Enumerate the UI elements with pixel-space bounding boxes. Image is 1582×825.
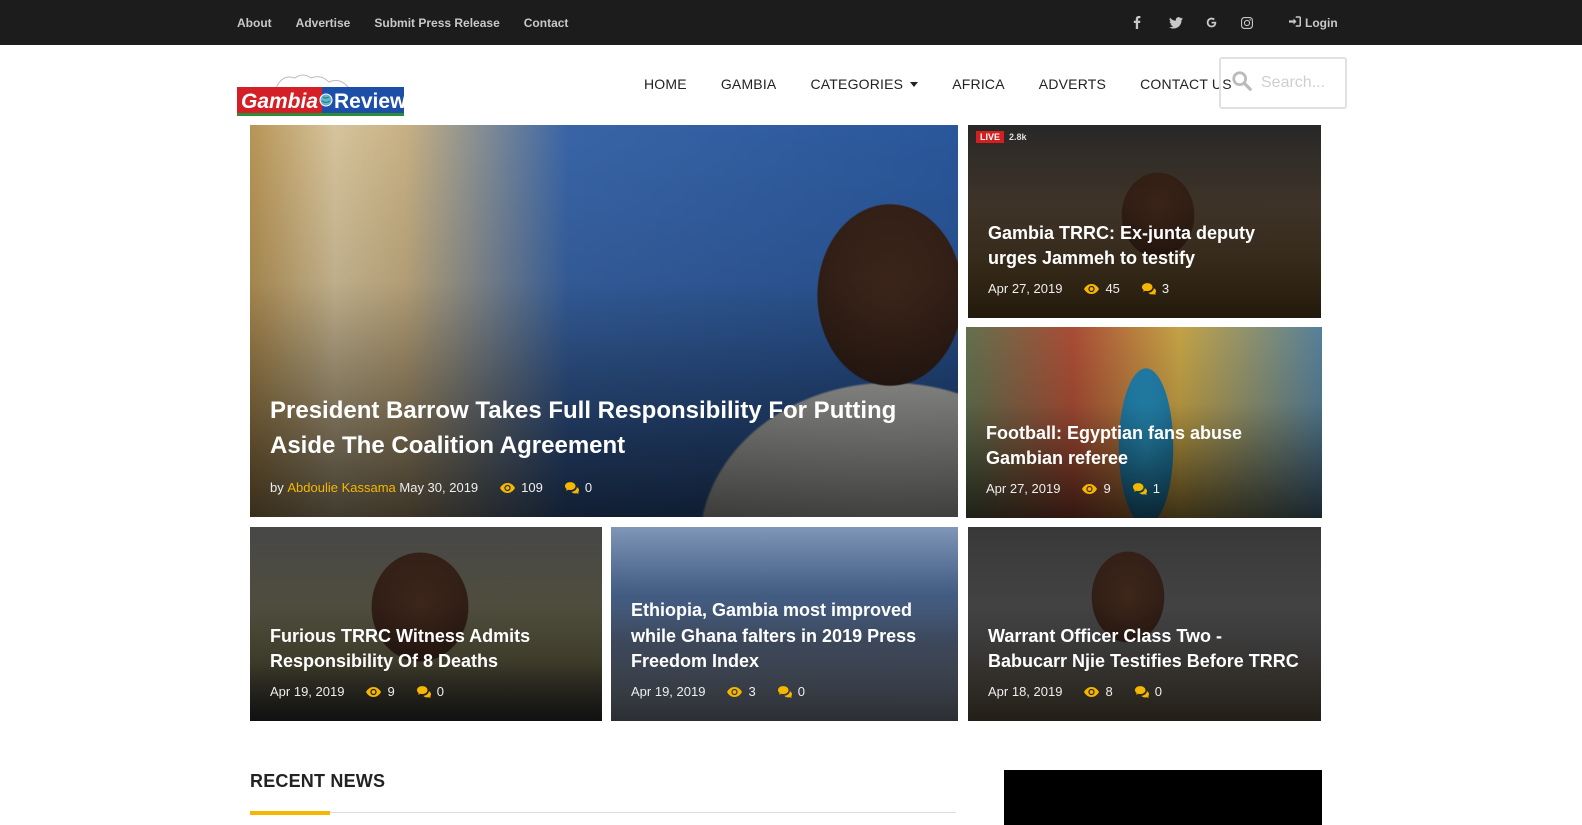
search-icon[interactable] xyxy=(1231,70,1253,97)
login-button[interactable]: Login xyxy=(1289,0,1338,45)
story-title[interactable]: Ethiopia, Gambia most improved while Gha… xyxy=(631,598,942,674)
story-card[interactable]: Ethiopia, Gambia most improved while Gha… xyxy=(611,527,958,721)
comments-icon xyxy=(1134,685,1149,698)
author-link[interactable]: Abdoulie Kassama xyxy=(287,480,395,495)
nav-categories-label: CATEGORIES xyxy=(810,76,904,92)
comments-count: 0 xyxy=(777,684,805,699)
social-links xyxy=(1133,0,1277,45)
eye-icon xyxy=(1084,283,1100,294)
comments-count: 0 xyxy=(564,480,592,495)
top-bar: About Advertise Submit Press Release Con… xyxy=(0,0,1582,45)
featured-meta: by Abdoulie Kassama May 30, 2019 109 0 xyxy=(270,480,942,495)
comments-count: 1 xyxy=(1132,481,1160,496)
login-label: Login xyxy=(1305,15,1338,30)
search-input[interactable] xyxy=(1261,74,1341,92)
nav-home[interactable]: HOME xyxy=(644,76,687,92)
views-count: 109 xyxy=(500,480,543,495)
comments-icon xyxy=(416,685,431,698)
live-badge: LIVE 2.8k xyxy=(976,131,1027,143)
eye-icon xyxy=(366,686,382,697)
story-card[interactable]: LIVE 2.8k Gambia TRRC: Ex-junta deputy u… xyxy=(968,125,1321,318)
views-count: 8 xyxy=(1084,684,1113,699)
story-date: Apr 27, 2019 xyxy=(988,281,1063,296)
views-count: 9 xyxy=(366,684,395,699)
story-card[interactable]: Furious TRRC Witness Admits Responsibili… xyxy=(250,527,602,721)
story-title[interactable]: Furious TRRC Witness Admits Responsibili… xyxy=(270,624,586,674)
logo-text-right: Review xyxy=(334,90,407,113)
top-link-submit-press-release[interactable]: Submit Press Release xyxy=(374,16,499,30)
eye-icon xyxy=(1084,686,1100,697)
story-date: Apr 27, 2019 xyxy=(986,481,1061,496)
nav-adverts[interactable]: ADVERTS xyxy=(1039,76,1106,92)
login-icon xyxy=(1289,15,1301,30)
featured-title[interactable]: President Barrow Takes Full Responsibili… xyxy=(270,394,920,464)
sidebar-widget xyxy=(1004,770,1322,825)
search-box xyxy=(1219,57,1347,109)
top-link-about[interactable]: About xyxy=(237,16,272,30)
twitter-icon[interactable] xyxy=(1169,16,1205,29)
story-title[interactable]: Gambia TRRC: Ex-junta deputy urges Jamme… xyxy=(988,221,1305,271)
views-count: 9 xyxy=(1082,481,1111,496)
story-date: Apr 19, 2019 xyxy=(631,684,706,699)
eye-icon xyxy=(1082,483,1098,494)
top-links: About Advertise Submit Press Release Con… xyxy=(237,0,568,45)
story-title[interactable]: Warrant Officer Class Two - Babucarr Nji… xyxy=(988,624,1305,674)
views-count: 45 xyxy=(1084,281,1120,296)
story-title[interactable]: Football: Egyptian fans abuse Gambian re… xyxy=(986,421,1306,471)
facebook-icon[interactable] xyxy=(1133,16,1169,29)
comments-icon xyxy=(1132,482,1147,495)
caret-down-icon xyxy=(910,81,919,87)
nav-gambia[interactable]: GAMBIA xyxy=(721,76,777,92)
eye-icon xyxy=(500,482,516,493)
eye-icon xyxy=(727,686,743,697)
comments-icon xyxy=(777,685,792,698)
comments-count: 0 xyxy=(1134,684,1162,699)
nav-categories[interactable]: CATEGORIES xyxy=(810,76,919,92)
site-logo[interactable]: Gambia Review xyxy=(237,72,407,116)
google-icon[interactable] xyxy=(1205,16,1241,29)
main-nav: HOME GAMBIA CATEGORIES AFRICA ADVERTS CO… xyxy=(644,60,1266,108)
comments-icon xyxy=(564,481,579,494)
section-divider xyxy=(250,812,956,813)
byline-prefix: by xyxy=(270,480,284,495)
section-title-recent-news: RECENT NEWS xyxy=(250,771,386,791)
views-count: 3 xyxy=(727,684,756,699)
top-link-contact[interactable]: Contact xyxy=(524,16,569,30)
section-accent-bar xyxy=(250,811,330,815)
featured-date: May 30, 2019 xyxy=(399,480,479,495)
logo-text-left: Gambia xyxy=(241,90,318,113)
featured-story[interactable]: President Barrow Takes Full Responsibili… xyxy=(250,125,958,517)
comments-count: 3 xyxy=(1141,281,1169,296)
nav-africa[interactable]: AFRICA xyxy=(952,76,1005,92)
comments-count: 0 xyxy=(416,684,444,699)
story-card[interactable]: Warrant Officer Class Two - Babucarr Nji… xyxy=(968,527,1321,721)
story-card[interactable]: Football: Egyptian fans abuse Gambian re… xyxy=(966,327,1322,518)
comments-icon xyxy=(1141,282,1156,295)
top-link-advertise[interactable]: Advertise xyxy=(296,16,351,30)
instagram-icon[interactable] xyxy=(1241,16,1277,29)
story-date: Apr 19, 2019 xyxy=(270,684,345,699)
story-date: Apr 18, 2019 xyxy=(988,684,1063,699)
